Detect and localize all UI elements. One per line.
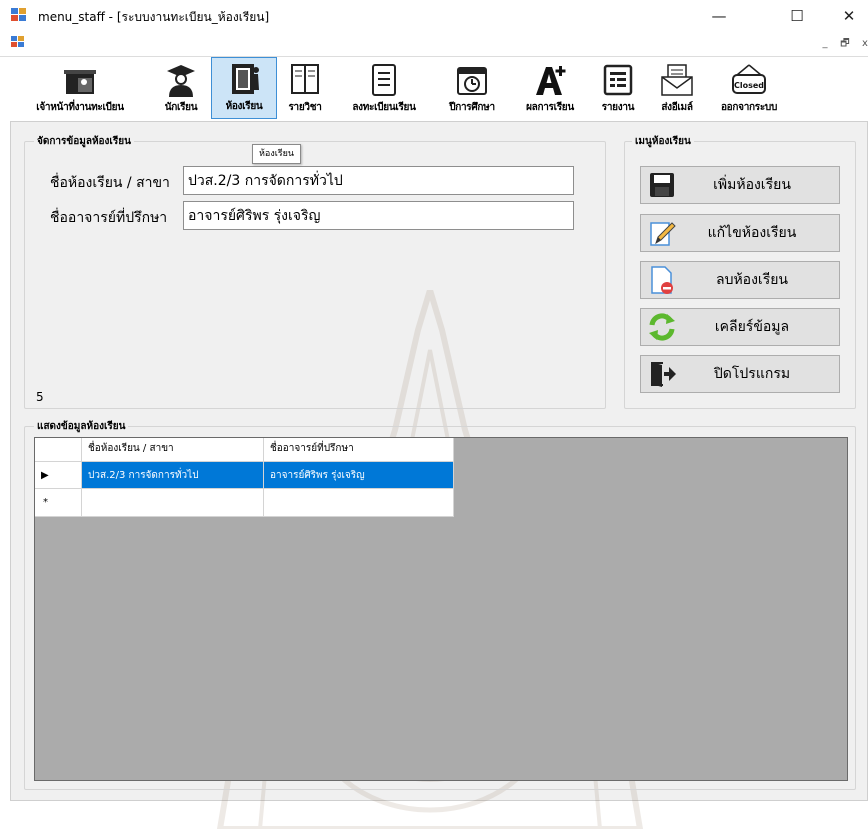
toolbar-label: ห้องเรียน (225, 101, 263, 112)
maximize-icon: ☐ (790, 7, 804, 25)
calendar-clock-icon (454, 63, 490, 97)
toolbar-label: ผลการเรียน (526, 102, 574, 113)
room-input[interactable]: ปวส.2/3 การจัดการทั่วไป (183, 166, 574, 195)
menu-group-title: เมนูห้องเรียน (632, 134, 694, 149)
open-book-icon (287, 63, 323, 97)
classroom-door-icon (226, 62, 262, 96)
graduate-student-icon (163, 63, 199, 97)
mdi-minimize-button[interactable]: _ (818, 37, 832, 51)
minimize-button[interactable]: — (696, 0, 742, 32)
toolbar-label: นักเรียน (164, 102, 198, 113)
table-cell[interactable]: อาจารย์ศิริพร รุ่งเจริญ (264, 462, 454, 489)
toolbar-classroom[interactable]: ห้องเรียน (211, 57, 277, 119)
svg-text:Closed: Closed (734, 81, 764, 90)
delete-classroom-button[interactable]: ลบห้องเรียน (640, 261, 840, 299)
toolbar-label: ลงทะเบียนเรียน (352, 102, 416, 113)
mdi-close-button[interactable]: x (858, 37, 868, 51)
floppy-save-icon (645, 170, 679, 200)
toolbar-label: รายวิชา (288, 102, 322, 113)
grade-a-plus-icon (532, 63, 568, 97)
exit-door-icon (645, 359, 679, 389)
new-row-cell[interactable] (264, 489, 454, 517)
toolbar-label: ปีการศึกษา (449, 102, 495, 113)
close-icon: ✕ (842, 7, 856, 25)
toolbar-student[interactable]: นักเรียน (152, 57, 210, 119)
delete-document-icon (645, 265, 679, 295)
edit-classroom-label: แก้ไขห้องเรียน (707, 225, 797, 241)
closed-sign-icon: Closed (731, 63, 767, 97)
add-classroom-label: เพิ่มห้องเรียน (713, 177, 791, 193)
toolbar-academic-year[interactable]: ปีการศึกษา (436, 57, 508, 119)
toolbar-register[interactable]: ลงทะเบียนเรียน (334, 57, 434, 119)
mdi-child-icon (11, 36, 25, 48)
office-desk-icon (62, 63, 98, 97)
mdi-child-bar (0, 32, 868, 54)
toolbar-label: รายงาน (601, 102, 635, 113)
teacher-label: ชื่ออาจารย์ที่ปรึกษา (50, 210, 168, 226)
main-toolbar: เจ้าหน้าที่งานทะเบียน นักเรียน ห้องเรียน… (0, 56, 868, 121)
refresh-arrows-icon (645, 312, 679, 342)
edit-pencil-icon (645, 218, 679, 248)
teacher-input[interactable]: อาจารย์ศิริพร รุ่งเจริญ (183, 201, 574, 230)
row-indicator[interactable]: ▶ (35, 462, 82, 489)
delete-classroom-label: ลบห้องเรียน (715, 272, 789, 288)
mdi-restore-button[interactable]: 🗗 (838, 37, 852, 51)
window-title: menu_staff - [ระบบงานทะเบียน_ห้องเรียน] (38, 10, 270, 24)
toolbar-label: ออกจากระบบ (720, 102, 778, 113)
new-row-cell[interactable] (82, 489, 264, 517)
toolbar-tooltip: ห้องเรียน (252, 144, 302, 164)
clear-data-button[interactable]: เคลียร์ข้อมูล (640, 308, 840, 346)
toolbar-label: เจ้าหน้าที่งานทะเบียน (36, 102, 124, 113)
close-program-label: ปิดโปรแกรม (713, 366, 791, 382)
minimize-icon: — (711, 7, 727, 25)
toolbar-logout[interactable]: Closed ออกจากระบบ (708, 57, 790, 119)
clear-data-label: เคลียร์ข้อมูล (714, 319, 790, 335)
toolbar-send-email[interactable]: ส่งอีเมล์ (648, 57, 706, 119)
manage-group-title: จัดการข้อมูลห้องเรียน (34, 134, 134, 149)
clipboard-list-icon (366, 63, 402, 97)
grid-group-title: แสดงข้อมูลห้องเรียน (34, 419, 129, 434)
edit-classroom-button[interactable]: แก้ไขห้องเรียน (640, 214, 840, 252)
mail-letter-icon (659, 63, 695, 97)
toolbar-staff[interactable]: เจ้าหน้าที่งานทะเบียน (10, 57, 150, 119)
grid-column-header[interactable]: ชื่ออาจารย์ที่ปรึกษา (264, 438, 454, 462)
table-cell[interactable]: ปวส.2/3 การจัดการทั่วไป (82, 462, 264, 489)
new-row-indicator[interactable]: * (35, 489, 82, 517)
room-label: ชื่อห้องเรียน / สาขา (50, 175, 170, 191)
classroom-data-grid[interactable]: ชื่อห้องเรียน / สาขา ชื่ออาจารย์ที่ปรึกษ… (34, 437, 848, 781)
close-button[interactable]: ✕ (826, 0, 868, 32)
maximize-button[interactable]: ☐ (774, 0, 820, 32)
grid-column-header[interactable]: ชื่อห้องเรียน / สาขา (82, 438, 264, 462)
record-count: 5 (36, 390, 44, 404)
app-icon (11, 8, 27, 22)
grid-corner-header (35, 438, 82, 462)
close-program-button[interactable]: ปิดโปรแกรม (640, 355, 840, 393)
toolbar-grades[interactable]: ผลการเรียน (512, 57, 588, 119)
toolbar-subject[interactable]: รายวิชา (278, 57, 332, 119)
toolbar-label: ส่งอีเมล์ (661, 102, 693, 113)
add-classroom-button[interactable]: เพิ่มห้องเรียน (640, 166, 840, 204)
toolbar-report[interactable]: รายงาน (590, 57, 646, 119)
report-icon (600, 63, 636, 97)
